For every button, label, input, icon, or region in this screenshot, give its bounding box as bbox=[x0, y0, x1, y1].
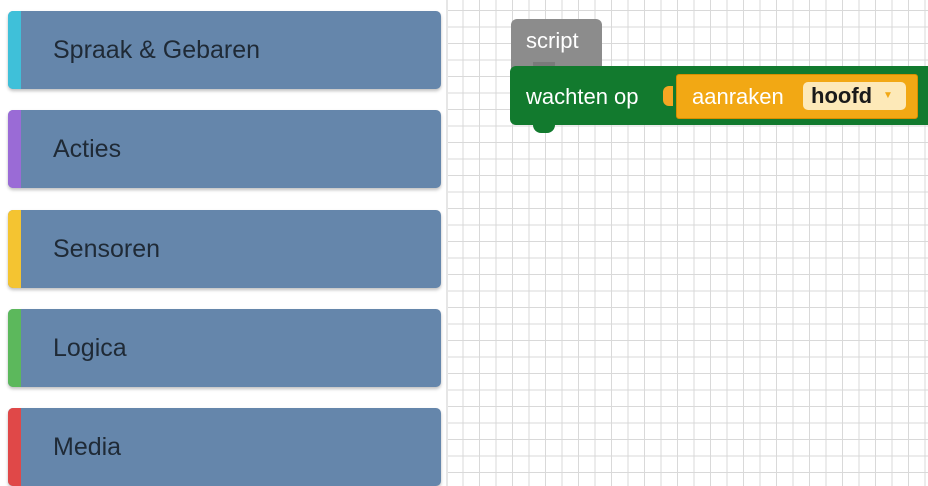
chevron-down-icon: ▼ bbox=[883, 90, 893, 101]
category-spraak-gebaren[interactable]: Spraak & Gebaren bbox=[8, 11, 441, 89]
category-color-stripe bbox=[8, 309, 21, 387]
category-sensoren[interactable]: Sensoren bbox=[8, 210, 441, 288]
category-label: Spraak & Gebaren bbox=[53, 36, 261, 64]
category-label: Acties bbox=[53, 135, 122, 163]
category-label: Sensoren bbox=[53, 235, 161, 263]
dropdown-selected-value: hoofd bbox=[811, 83, 873, 108]
app-root: Spraak & Gebaren Acties Sensoren Logica … bbox=[0, 0, 928, 486]
category-label: Logica bbox=[53, 334, 127, 362]
category-media[interactable]: Media bbox=[8, 408, 441, 486]
category-logica[interactable]: Logica bbox=[8, 309, 441, 387]
category-color-stripe bbox=[8, 210, 21, 288]
touch-sensor-label: aanraken bbox=[692, 84, 784, 109]
category-color-stripe bbox=[8, 11, 21, 89]
value-socket-connector bbox=[663, 86, 673, 106]
category-acties[interactable]: Acties bbox=[8, 110, 441, 188]
touch-location-dropdown[interactable]: hoofd ▼ bbox=[803, 82, 906, 110]
category-color-stripe bbox=[8, 110, 21, 188]
category-color-stripe bbox=[8, 408, 21, 486]
toolbox: Spraak & Gebaren Acties Sensoren Logica … bbox=[0, 0, 446, 486]
wait-for-label: wachten op bbox=[526, 84, 639, 109]
workspace-divider bbox=[446, 0, 448, 486]
script-hat-label: script bbox=[526, 28, 579, 53]
category-label: Media bbox=[53, 433, 122, 461]
